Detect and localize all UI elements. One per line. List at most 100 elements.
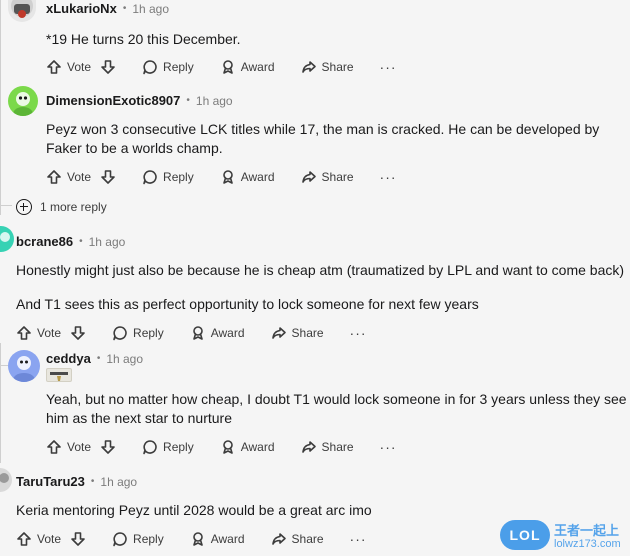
thread-elbow	[0, 205, 12, 206]
share-button[interactable]: Share	[301, 439, 354, 455]
reply-button[interactable]: Reply	[142, 169, 194, 185]
comment-bubble-icon	[143, 170, 157, 185]
watermark-brand: 王者一起上	[554, 523, 620, 538]
reply-label: Reply	[133, 532, 164, 546]
comment-header: DimensionExotic8907 • 1h ago	[46, 93, 233, 108]
more-replies-label: 1 more reply	[40, 200, 107, 214]
comment-bubble-icon	[113, 326, 127, 341]
downvote-icon[interactable]	[100, 59, 116, 75]
comment-actions: Vote Reply Award Share ···	[46, 167, 397, 187]
vote-control: Vote	[46, 59, 116, 75]
award-button[interactable]: Award	[220, 439, 275, 455]
share-button[interactable]: Share	[301, 59, 354, 75]
more-options-button[interactable]: ···	[380, 439, 397, 455]
award-icon	[192, 326, 203, 340]
award-icon	[222, 170, 233, 184]
comment-header: xLukarioNx • 1h ago	[46, 1, 169, 16]
reply-button[interactable]: Reply	[112, 325, 164, 341]
comment-body: Keria mentoring Peyz until 2028 would be…	[16, 502, 372, 518]
award-button[interactable]: Award	[190, 531, 245, 547]
reply-label: Reply	[163, 170, 194, 184]
comment-header: ceddya • 1h ago	[46, 351, 143, 366]
reply-button[interactable]: Reply	[142, 439, 194, 455]
comment-body: Peyz won 3 consecutive LCK titles while …	[46, 121, 600, 156]
vote-label: Vote	[67, 170, 92, 184]
more-replies-button[interactable]: 1 more reply	[16, 199, 107, 215]
avatar[interactable]	[8, 86, 38, 116]
share-button[interactable]: Share	[271, 325, 324, 341]
upvote-icon[interactable]	[46, 439, 62, 455]
vote-label: Vote	[37, 532, 62, 546]
share-label: Share	[291, 532, 324, 546]
award-icon	[222, 440, 233, 454]
award-label: Award	[210, 326, 245, 340]
avatar[interactable]	[8, 0, 36, 22]
comment-bubble-icon	[143, 440, 157, 455]
upvote-icon[interactable]	[46, 169, 62, 185]
thread-elbow	[0, 365, 8, 366]
share-button[interactable]: Share	[301, 169, 354, 185]
username[interactable]: ceddya	[46, 351, 91, 366]
award-icon	[192, 532, 203, 546]
timestamp[interactable]: 1h ago	[100, 475, 137, 489]
timestamp[interactable]: 1h ago	[106, 352, 143, 366]
downvote-icon[interactable]	[100, 169, 116, 185]
more-options-button[interactable]: ···	[380, 169, 397, 185]
comment-body: Honestly might just also be because he i…	[16, 262, 625, 278]
more-options-button[interactable]: ···	[350, 531, 367, 547]
more-options-button[interactable]: ···	[380, 59, 397, 75]
comment-actions: Vote Reply Award Share ···	[16, 529, 367, 549]
award-label: Award	[240, 60, 275, 74]
downvote-icon[interactable]	[70, 531, 86, 547]
vote-label: Vote	[67, 60, 92, 74]
upvote-icon[interactable]	[46, 59, 62, 75]
thread-line	[0, 0, 1, 215]
award-label: Award	[240, 440, 275, 454]
username[interactable]: TaruTaru23	[16, 474, 85, 489]
comment-actions: Vote Reply Award Share ···	[16, 323, 367, 343]
comment-header: TaruTaru23 • 1h ago	[16, 474, 137, 489]
separator: •	[186, 95, 190, 106]
award-button[interactable]: Award	[220, 59, 275, 75]
comment-actions: Vote Reply Award Share ···	[46, 57, 397, 77]
award-button[interactable]: Award	[220, 169, 275, 185]
watermark: LOL 王者一起上 lolwz173.com	[500, 518, 628, 554]
timestamp[interactable]: 1h ago	[89, 235, 126, 249]
share-label: Share	[321, 440, 354, 454]
more-options-button[interactable]: ···	[350, 325, 367, 341]
upvote-icon[interactable]	[16, 531, 32, 547]
avatar[interactable]	[0, 468, 12, 492]
downvote-icon[interactable]	[70, 325, 86, 341]
username[interactable]: bcrane86	[16, 234, 73, 249]
share-icon	[271, 327, 286, 339]
timestamp[interactable]: 1h ago	[132, 2, 169, 16]
share-icon	[301, 61, 316, 73]
award-icon	[222, 60, 233, 74]
timestamp[interactable]: 1h ago	[196, 94, 233, 108]
avatar[interactable]	[8, 350, 40, 382]
reply-button[interactable]: Reply	[142, 59, 194, 75]
watermark-logo-text: LOL	[509, 527, 541, 543]
watermark-logo-badge: LOL	[500, 520, 550, 550]
award-button[interactable]: Award	[190, 325, 245, 341]
share-label: Share	[321, 60, 354, 74]
vote-label: Vote	[37, 326, 62, 340]
share-icon	[271, 533, 286, 545]
avatar[interactable]	[0, 226, 14, 252]
plus-circle-icon	[16, 199, 32, 215]
username[interactable]: DimensionExotic8907	[46, 93, 180, 108]
upvote-icon[interactable]	[16, 325, 32, 341]
share-label: Share	[321, 170, 354, 184]
comment-header: bcrane86 • 1h ago	[16, 234, 125, 249]
reply-button[interactable]: Reply	[112, 531, 164, 547]
username[interactable]: xLukarioNx	[46, 1, 117, 16]
share-button[interactable]: Share	[271, 531, 324, 547]
vote-control: Vote	[46, 439, 116, 455]
reply-label: Reply	[163, 60, 194, 74]
award-label: Award	[240, 170, 275, 184]
separator: •	[79, 236, 83, 247]
downvote-icon[interactable]	[100, 439, 116, 455]
reply-label: Reply	[133, 326, 164, 340]
vote-label: Vote	[67, 440, 92, 454]
separator: •	[122, 3, 127, 14]
